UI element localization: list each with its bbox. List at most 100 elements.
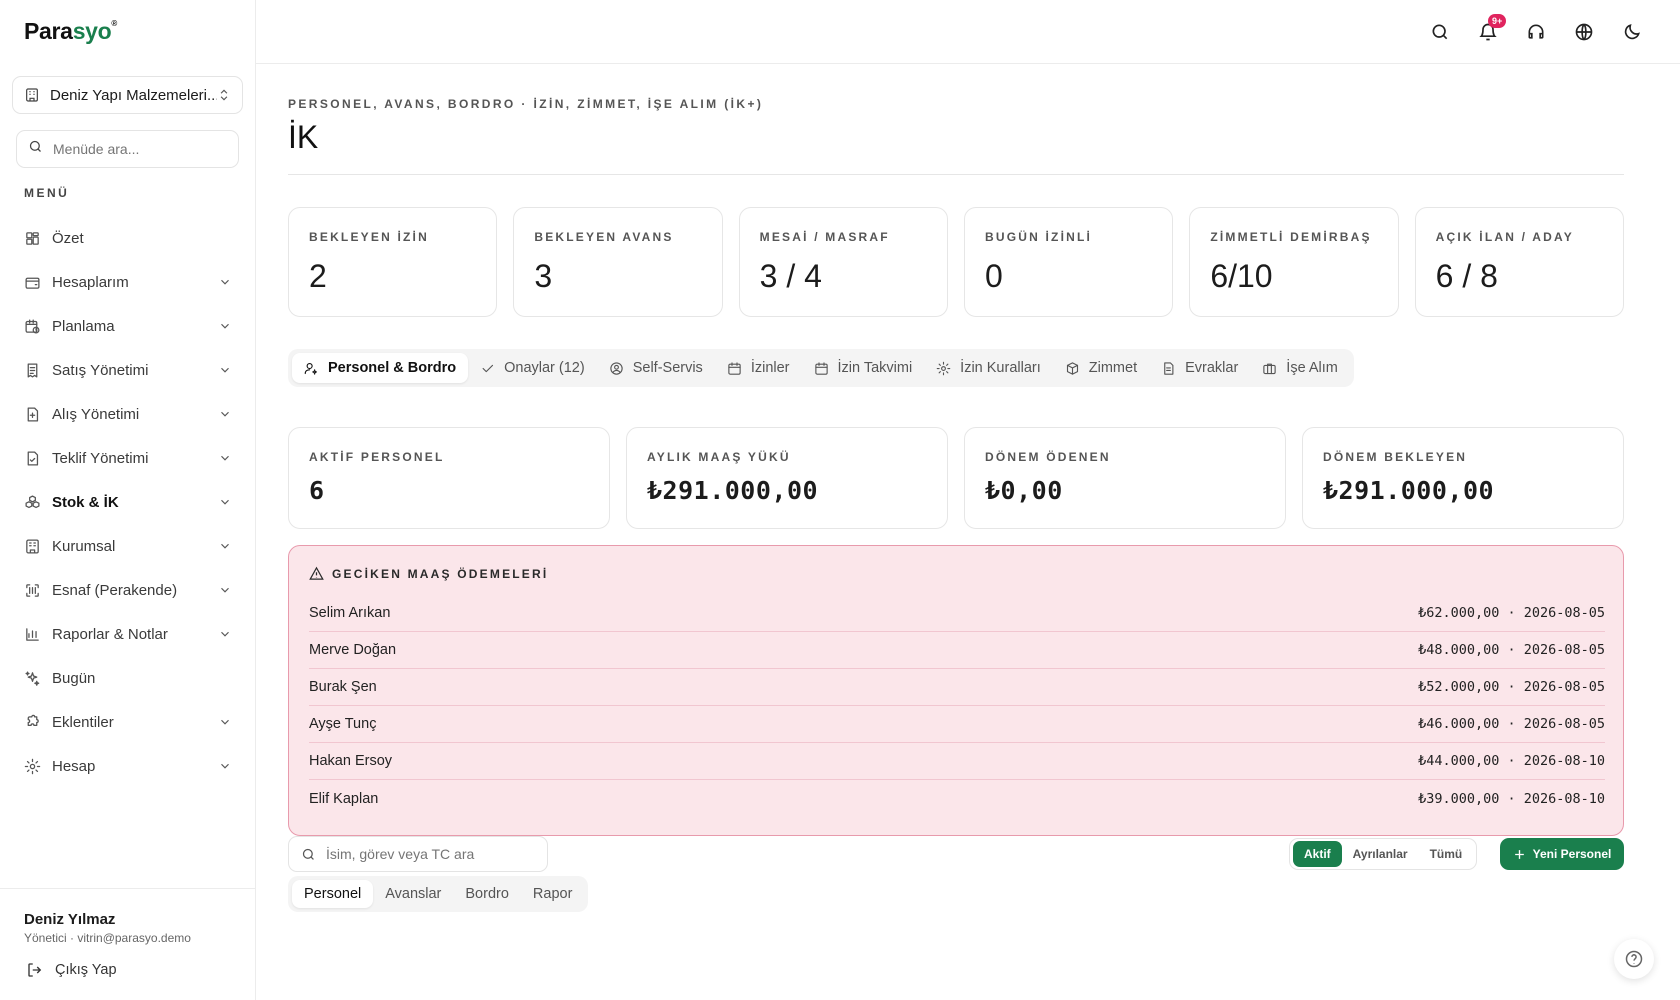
sidebar: Parasyo® Deniz Yapı Malzemeleri... MENÜ …: [0, 0, 256, 1000]
tab-label: Onaylar (12): [504, 360, 585, 376]
late-payment-row: Elif Kaplan ₺39.000,00 · 2026-08-10: [309, 780, 1605, 817]
kpi-value: 6/10: [1210, 258, 1273, 294]
page-content: PERSONEL, AVANS, BORDRO · İZİN, ZİMMET, …: [288, 64, 1624, 912]
tab-7[interactable]: Evraklar: [1149, 353, 1250, 383]
sidebar-item-label: Teklif Yönetimi: [52, 449, 149, 467]
tab-2[interactable]: Self-Servis: [597, 353, 715, 383]
logo-registered-mark: ®: [111, 19, 118, 28]
subtab-1[interactable]: Avanslar: [373, 880, 453, 908]
tab-label: Zimmet: [1088, 360, 1138, 376]
sidebar-item-11[interactable]: Eklentiler: [16, 700, 240, 744]
summary-label: DÖNEM BEKLEYEN: [1323, 450, 1468, 464]
sidebar-item-0[interactable]: Özet: [16, 216, 240, 260]
kpi-label: MESAİ / MASRAF: [759, 230, 890, 244]
file-check-icon: [24, 450, 41, 467]
kpi-value: 0: [984, 258, 1003, 294]
sidebar-item-7[interactable]: Kurumsal: [16, 524, 240, 568]
menu-search[interactable]: [16, 130, 239, 168]
chevron-down-icon: [218, 715, 232, 729]
sidebar-item-label: Alış Yönetimi: [52, 405, 140, 423]
tab-label: Evraklar: [1185, 360, 1239, 376]
employee-name: Selim Arıkan: [309, 605, 391, 621]
page-title: İK: [288, 119, 319, 155]
filter-button-1[interactable]: Ayrılanlar: [1342, 841, 1419, 867]
sidebar-item-6[interactable]: Stok & İK: [16, 480, 240, 524]
sidebar-item-3[interactable]: Satış Yönetimi: [16, 348, 240, 392]
sidebar-item-4[interactable]: Alış Yönetimi: [16, 392, 240, 436]
user-panel: Deniz Yılmaz Yönetici · vitrin@parasyo.d…: [0, 888, 256, 1000]
kpi-label: BEKLEYEN İZİN: [309, 230, 429, 244]
calendar-icon: [814, 361, 829, 376]
sidebar-item-label: Stok & İK: [52, 493, 119, 511]
sidebar-item-12[interactable]: Hesap: [16, 744, 240, 788]
staff-search[interactable]: [288, 836, 548, 872]
late-payment-row: Ayşe Tunç ₺46.000,00 · 2026-08-05: [309, 706, 1605, 743]
subtab-2[interactable]: Bordro: [453, 880, 521, 908]
kpi-value: 6 / 8: [1435, 258, 1498, 294]
tab-1[interactable]: Onaylar (12): [468, 353, 597, 383]
company-selector[interactable]: Deniz Yapı Malzemeleri...: [12, 76, 243, 114]
filter-button-0[interactable]: Aktif: [1293, 841, 1342, 867]
document-icon: [1161, 361, 1176, 376]
sidebar-item-2[interactable]: Planlama: [16, 304, 240, 348]
gear-icon: [936, 361, 951, 376]
tab-5[interactable]: İzin Kuralları: [924, 353, 1053, 383]
scan-icon: [24, 582, 41, 599]
logout-label: Çıkış Yap: [55, 962, 117, 978]
moon-icon[interactable]: [1622, 22, 1642, 42]
bar-chart-icon: [24, 626, 41, 643]
search-icon[interactable]: [1430, 22, 1450, 42]
sidebar-item-5[interactable]: Teklif Yönetimi: [16, 436, 240, 480]
sidebar-item-8[interactable]: Esnaf (Perakende): [16, 568, 240, 612]
payment-detail: ₺46.000,00 · 2026-08-05: [1418, 716, 1605, 732]
chevron-down-icon: [218, 759, 232, 773]
late-payments-panel: GECİKEN MAAŞ ÖDEMELERİ Selim Arıkan ₺62.0…: [288, 545, 1624, 836]
help-button[interactable]: [1614, 939, 1654, 979]
sidebar-item-label: Hesaplarım: [52, 273, 129, 291]
kpi-value: 3 / 4: [759, 258, 822, 294]
logo-text: Para: [24, 18, 73, 44]
help-icon: [1624, 949, 1644, 969]
warning-icon: [309, 566, 324, 581]
summary-card: AKTİF PERSONEL 6: [288, 427, 610, 529]
receipt-icon: [24, 362, 41, 379]
building-icon: [24, 538, 41, 555]
summary-card: DÖNEM BEKLEYEN ₺291.000,00: [1302, 427, 1624, 529]
sidebar-item-10[interactable]: Bugün: [16, 656, 240, 700]
logo[interactable]: Parasyo®: [24, 18, 117, 45]
kpi-value: 2: [309, 258, 327, 294]
subtab-0[interactable]: Personel: [292, 880, 374, 908]
logout-icon: [26, 961, 44, 979]
sidebar-item-9[interactable]: Raporlar & Notlar: [16, 612, 240, 656]
status-filter: Aktif Ayrılanlar Tümü: [1289, 838, 1478, 870]
kpi-cards: BEKLEYEN İZİN 2 BEKLEYEN AVANS 3 MESAİ / MAS…: [288, 207, 1624, 317]
page-eyebrow: PERSONEL, AVANS, BORDRO · İZİN, ZİMMET, …: [288, 97, 764, 111]
tab-4[interactable]: İzin Takvimi: [802, 353, 925, 383]
headset-icon[interactable]: [1526, 22, 1546, 42]
tab-8[interactable]: İşe Alım: [1250, 353, 1350, 383]
new-staff-label: Yeni Personel: [1532, 847, 1612, 861]
new-staff-button[interactable]: Yeni Personel: [1500, 838, 1624, 870]
bell-icon[interactable]: 9+: [1478, 14, 1507, 42]
logout-button[interactable]: Çıkış Yap: [26, 961, 117, 979]
puzzle-icon: [24, 714, 41, 731]
subtab-3[interactable]: Rapor: [521, 880, 585, 908]
chevron-down-icon: [218, 275, 232, 289]
search-icon: [301, 847, 316, 862]
tab-6[interactable]: Zimmet: [1053, 353, 1149, 383]
sidebar-item-label: Hesap: [52, 757, 96, 775]
sidebar-nav: Özet Hesaplarım Planlama Satış Yönetimi Alış…: [16, 216, 240, 788]
summary-value: ₺0,00: [985, 476, 1063, 505]
tab-0[interactable]: Personel & Bordro: [292, 353, 469, 383]
chevron-down-icon: [218, 451, 232, 465]
globe-icon[interactable]: [1574, 22, 1594, 42]
sidebar-item-label: Bugün: [52, 669, 96, 687]
tab-3[interactable]: İzinler: [715, 353, 802, 383]
late-payments-header: GECİKEN MAAŞ ÖDEMELERİ: [309, 566, 548, 581]
menu-search-input[interactable]: [53, 141, 223, 157]
building-icon: [24, 87, 40, 103]
filter-button-2[interactable]: Tümü: [1419, 841, 1474, 867]
package-icon: [1065, 361, 1080, 376]
sidebar-item-1[interactable]: Hesaplarım: [16, 260, 240, 304]
staff-search-input[interactable]: [325, 846, 535, 862]
